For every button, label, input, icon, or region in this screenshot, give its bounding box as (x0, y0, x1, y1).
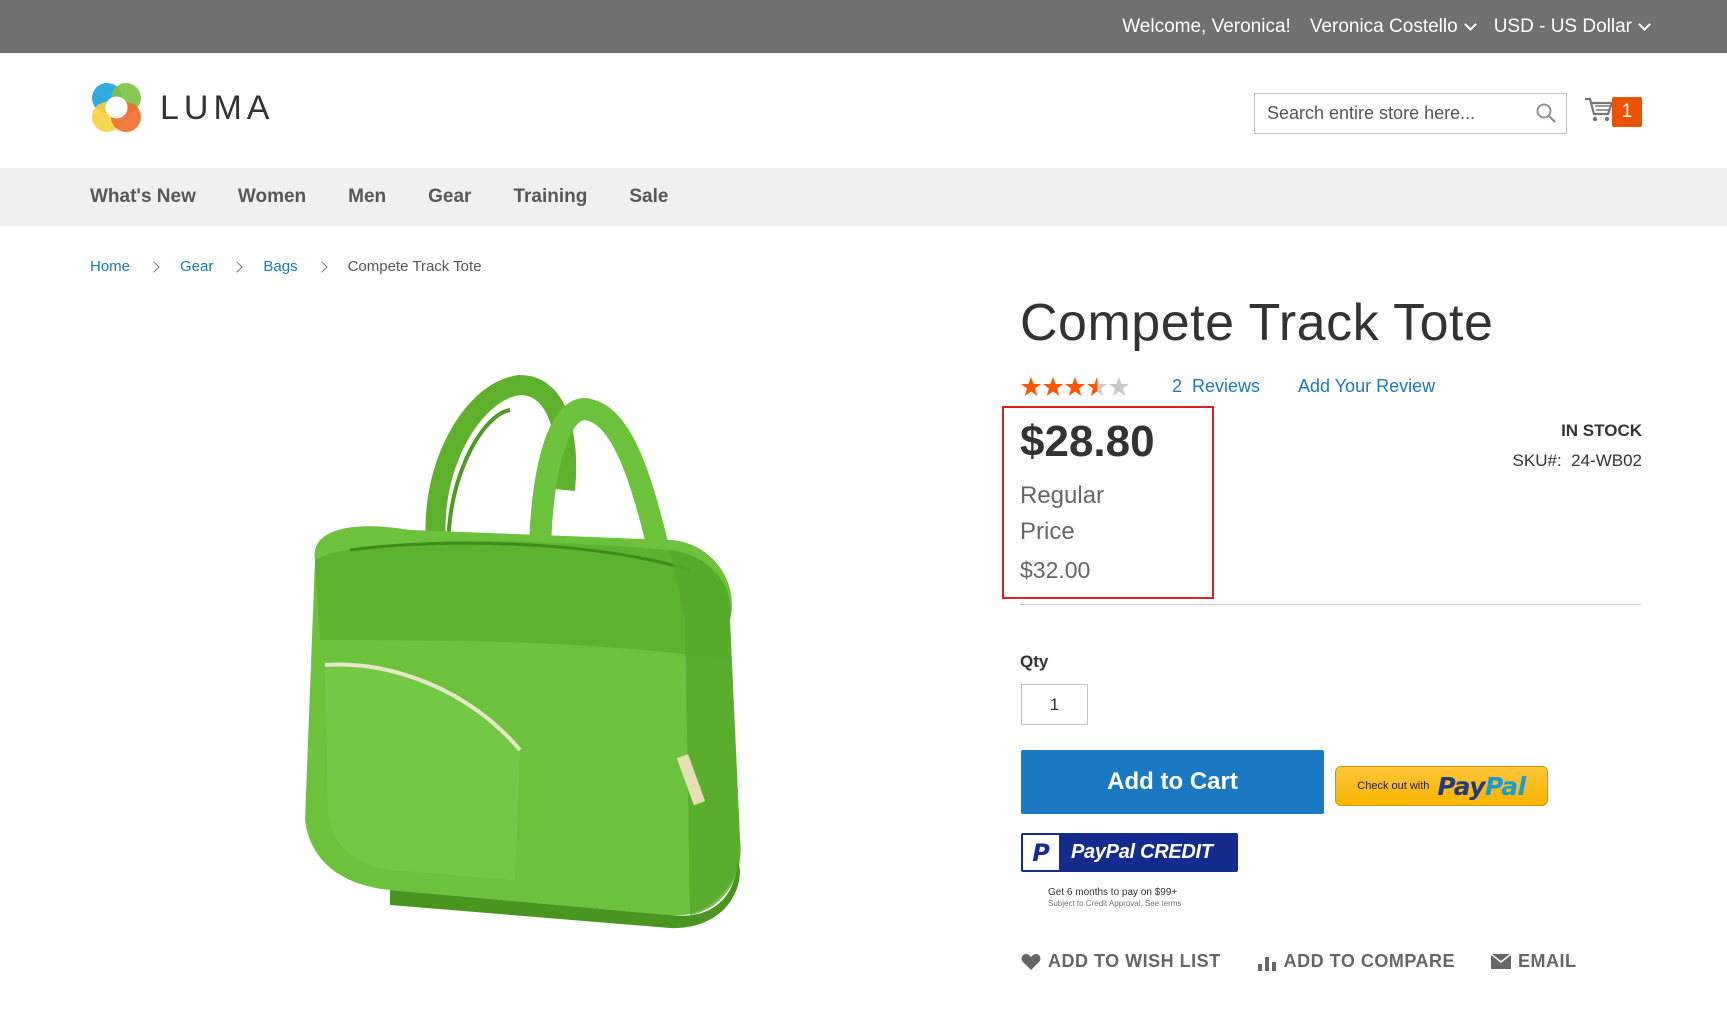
breadcrumb: Home Gear Bags Compete Track Tote (90, 258, 482, 275)
stock-status: IN STOCK (1561, 421, 1642, 440)
final-price: $28.80 (1020, 417, 1155, 466)
welcome-message: Welcome, Veronica! (1122, 15, 1291, 37)
cart-count-badge: 1 (1612, 97, 1642, 127)
luma-logo-icon (92, 83, 141, 132)
qty-input[interactable] (1021, 684, 1088, 725)
compare-label: ADD TO COMPARE (1283, 951, 1456, 971)
paypal-logo: PayPal (1437, 771, 1526, 801)
paypal-p-icon: P (1023, 835, 1059, 870)
cart-icon (1585, 97, 1614, 122)
account-dropdown[interactable]: Veronica Costello (1309, 15, 1477, 38)
divider (1020, 604, 1641, 605)
chevron-right-icon (231, 260, 244, 273)
minicart[interactable]: 1 (1584, 95, 1644, 131)
add-to-compare-link[interactable]: ADD TO COMPARE (1257, 951, 1455, 972)
chevron-down-icon (1463, 17, 1477, 31)
sku: SKU#: 24-WB02 (1513, 451, 1642, 471)
currency-label: USD - US Dollar (1493, 15, 1632, 37)
nav-item-sale[interactable]: Sale (629, 186, 668, 208)
add-review-link[interactable]: Add Your Review (1298, 376, 1435, 397)
compare-chart-icon (1257, 956, 1276, 971)
product-title: Compete Track Tote (1020, 294, 1494, 352)
email-label: EMAIL (1518, 951, 1577, 971)
reviews-label: Reviews (1192, 376, 1261, 396)
breadcrumb-gear[interactable]: Gear (180, 258, 213, 275)
reviews-link[interactable]: 2 Reviews (1172, 376, 1260, 397)
wishlist-label: ADD TO WISH LIST (1048, 951, 1221, 971)
nav-item-men[interactable]: Men (348, 186, 386, 208)
add-to-wishlist-link[interactable]: ADD TO WISH LIST (1021, 951, 1221, 972)
nav-item-women[interactable]: Women (238, 186, 306, 208)
main-navigation: What's New Women Men Gear Training Sale (0, 168, 1727, 226)
search-box (1254, 93, 1567, 134)
search-icon[interactable] (1536, 103, 1556, 128)
store-logo[interactable]: LUMA (90, 80, 274, 136)
paypal-credit-label: PayPal CREDIT (1071, 841, 1213, 863)
chevron-right-icon (315, 260, 328, 273)
sku-value: 24-WB02 (1571, 451, 1642, 470)
nav-item-training[interactable]: Training (513, 186, 587, 208)
add-to-cart-button[interactable]: Add to Cart (1021, 750, 1324, 814)
rating-stars (1020, 376, 1132, 398)
paypal-credit-button[interactable]: P PayPal CREDIT (1021, 833, 1238, 872)
paypal-credit-note: Get 6 months to pay on $99+ (1048, 887, 1178, 898)
qty-label: Qty (1020, 652, 1049, 671)
sku-label: SKU#: (1512, 451, 1562, 470)
currency-switcher[interactable]: USD - US Dollar (1493, 15, 1651, 38)
chevron-down-icon (1638, 17, 1651, 31)
logo-text: LUMA (160, 88, 275, 127)
heart-icon (1021, 953, 1041, 970)
nav-item-whats-new[interactable]: What's New (90, 186, 196, 208)
nav-item-gear[interactable]: Gear (428, 186, 471, 208)
paypal-logo-pal: Pal (1485, 771, 1526, 801)
search-input[interactable] (1255, 94, 1515, 133)
paypal-checkout-text: Check out with (1357, 780, 1430, 792)
envelope-icon (1491, 954, 1512, 969)
account-name: Veronica Costello (1309, 15, 1458, 37)
reviews-count: 2 (1172, 376, 1183, 396)
product-image[interactable] (290, 360, 770, 940)
regular-price: $32.00 (1020, 557, 1091, 583)
chevron-right-icon (148, 260, 160, 273)
paypal-credit-terms[interactable]: Subject to Credit Approval. See terms (1048, 899, 1181, 908)
paypal-logo-pay: Pay (1437, 771, 1486, 801)
product-social-links: ADD TO WISH LIST ADD TO COMPARE EMAIL (1021, 951, 1613, 972)
paypal-checkout-button[interactable]: Check out with PayPal (1335, 766, 1548, 806)
star-rating-icon (1021, 377, 1129, 396)
header-links: Welcome, Veronica! Veronica Costello USD… (1122, 0, 1651, 53)
green-tote-bag-image (305, 374, 741, 929)
email-link[interactable]: EMAIL (1491, 951, 1577, 972)
top-panel: Welcome, Veronica! Veronica Costello USD… (0, 0, 1727, 53)
breadcrumb-home[interactable]: Home (90, 258, 130, 275)
breadcrumb-current: Compete Track Tote (347, 258, 482, 275)
breadcrumb-bags[interactable]: Bags (263, 258, 297, 275)
regular-price-label: Regular Price (1020, 482, 1105, 545)
